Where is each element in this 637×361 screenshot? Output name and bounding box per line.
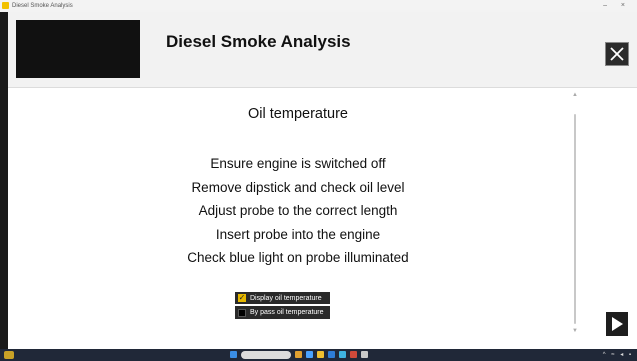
weather-icon[interactable]	[4, 351, 14, 359]
play-next-icon	[612, 317, 623, 331]
unchecked-checkbox-icon[interactable]	[238, 308, 246, 317]
app-window: Diesel Smoke Analysis ‒ × Diesel Smoke A…	[0, 0, 637, 361]
window-title: Diesel Smoke Analysis	[12, 3, 73, 9]
instruction-step: Insert probe into the engine	[215, 226, 381, 242]
instruction-step: Ensure engine is switched off	[210, 156, 386, 171]
window-edge	[0, 12, 8, 349]
app-icon[interactable]	[328, 351, 335, 358]
start-icon[interactable]	[230, 351, 237, 358]
page-title: Diesel Smoke Analysis	[166, 32, 351, 51]
app-icon[interactable]	[339, 351, 346, 358]
app-icon[interactable]	[361, 351, 368, 358]
option-label: By pass oil temperature	[250, 309, 324, 316]
app-icon[interactable]	[295, 351, 302, 358]
taskbar-search[interactable]	[241, 351, 291, 359]
scroll-thumb[interactable]	[574, 114, 576, 324]
window-controls[interactable]: ‒ ×	[603, 0, 631, 11]
instruction-step: Check blue light on probe illuminated	[187, 250, 409, 265]
scroll-up-icon[interactable]: ▲	[572, 92, 578, 98]
close-button[interactable]	[605, 42, 629, 66]
instruction-list: Ensure engine is switched off Remove dip…	[8, 152, 588, 270]
logo-block	[16, 20, 140, 78]
content-panel: Oil temperature Ensure engine is switche…	[8, 88, 637, 346]
instruction-step: Adjust probe to the correct length	[198, 203, 398, 218]
vertical-scrollbar[interactable]: ▲ ▼	[571, 92, 579, 338]
scroll-down-icon[interactable]: ▼	[572, 328, 578, 334]
app-icon[interactable]	[306, 351, 313, 358]
taskbar-apps	[230, 351, 368, 359]
app-icon[interactable]	[350, 351, 357, 358]
option-label: Display oil temperature	[250, 294, 322, 302]
header-bar: Diesel Smoke Analysis	[8, 12, 637, 88]
section-title: Oil temperature	[248, 106, 348, 122]
checked-checkbox-icon[interactable]: ✓	[238, 294, 246, 302]
next-button[interactable]	[606, 312, 628, 336]
display-oil-temperature-option[interactable]: ✓ Display oil temperature	[235, 292, 330, 304]
instruction-step: Remove dipstick and check oil level	[191, 179, 405, 195]
taskbar: ^ ≈ ◂ ▪	[0, 349, 637, 361]
bypass-oil-temperature-option[interactable]: By pass oil temperature	[235, 306, 330, 319]
folder-icon[interactable]	[317, 351, 324, 358]
app-icon	[2, 2, 9, 9]
system-tray[interactable]: ^ ≈ ◂ ▪	[603, 351, 633, 359]
close-icon	[610, 47, 624, 61]
options-group: ✓ Display oil temperature By pass oil te…	[235, 292, 330, 321]
